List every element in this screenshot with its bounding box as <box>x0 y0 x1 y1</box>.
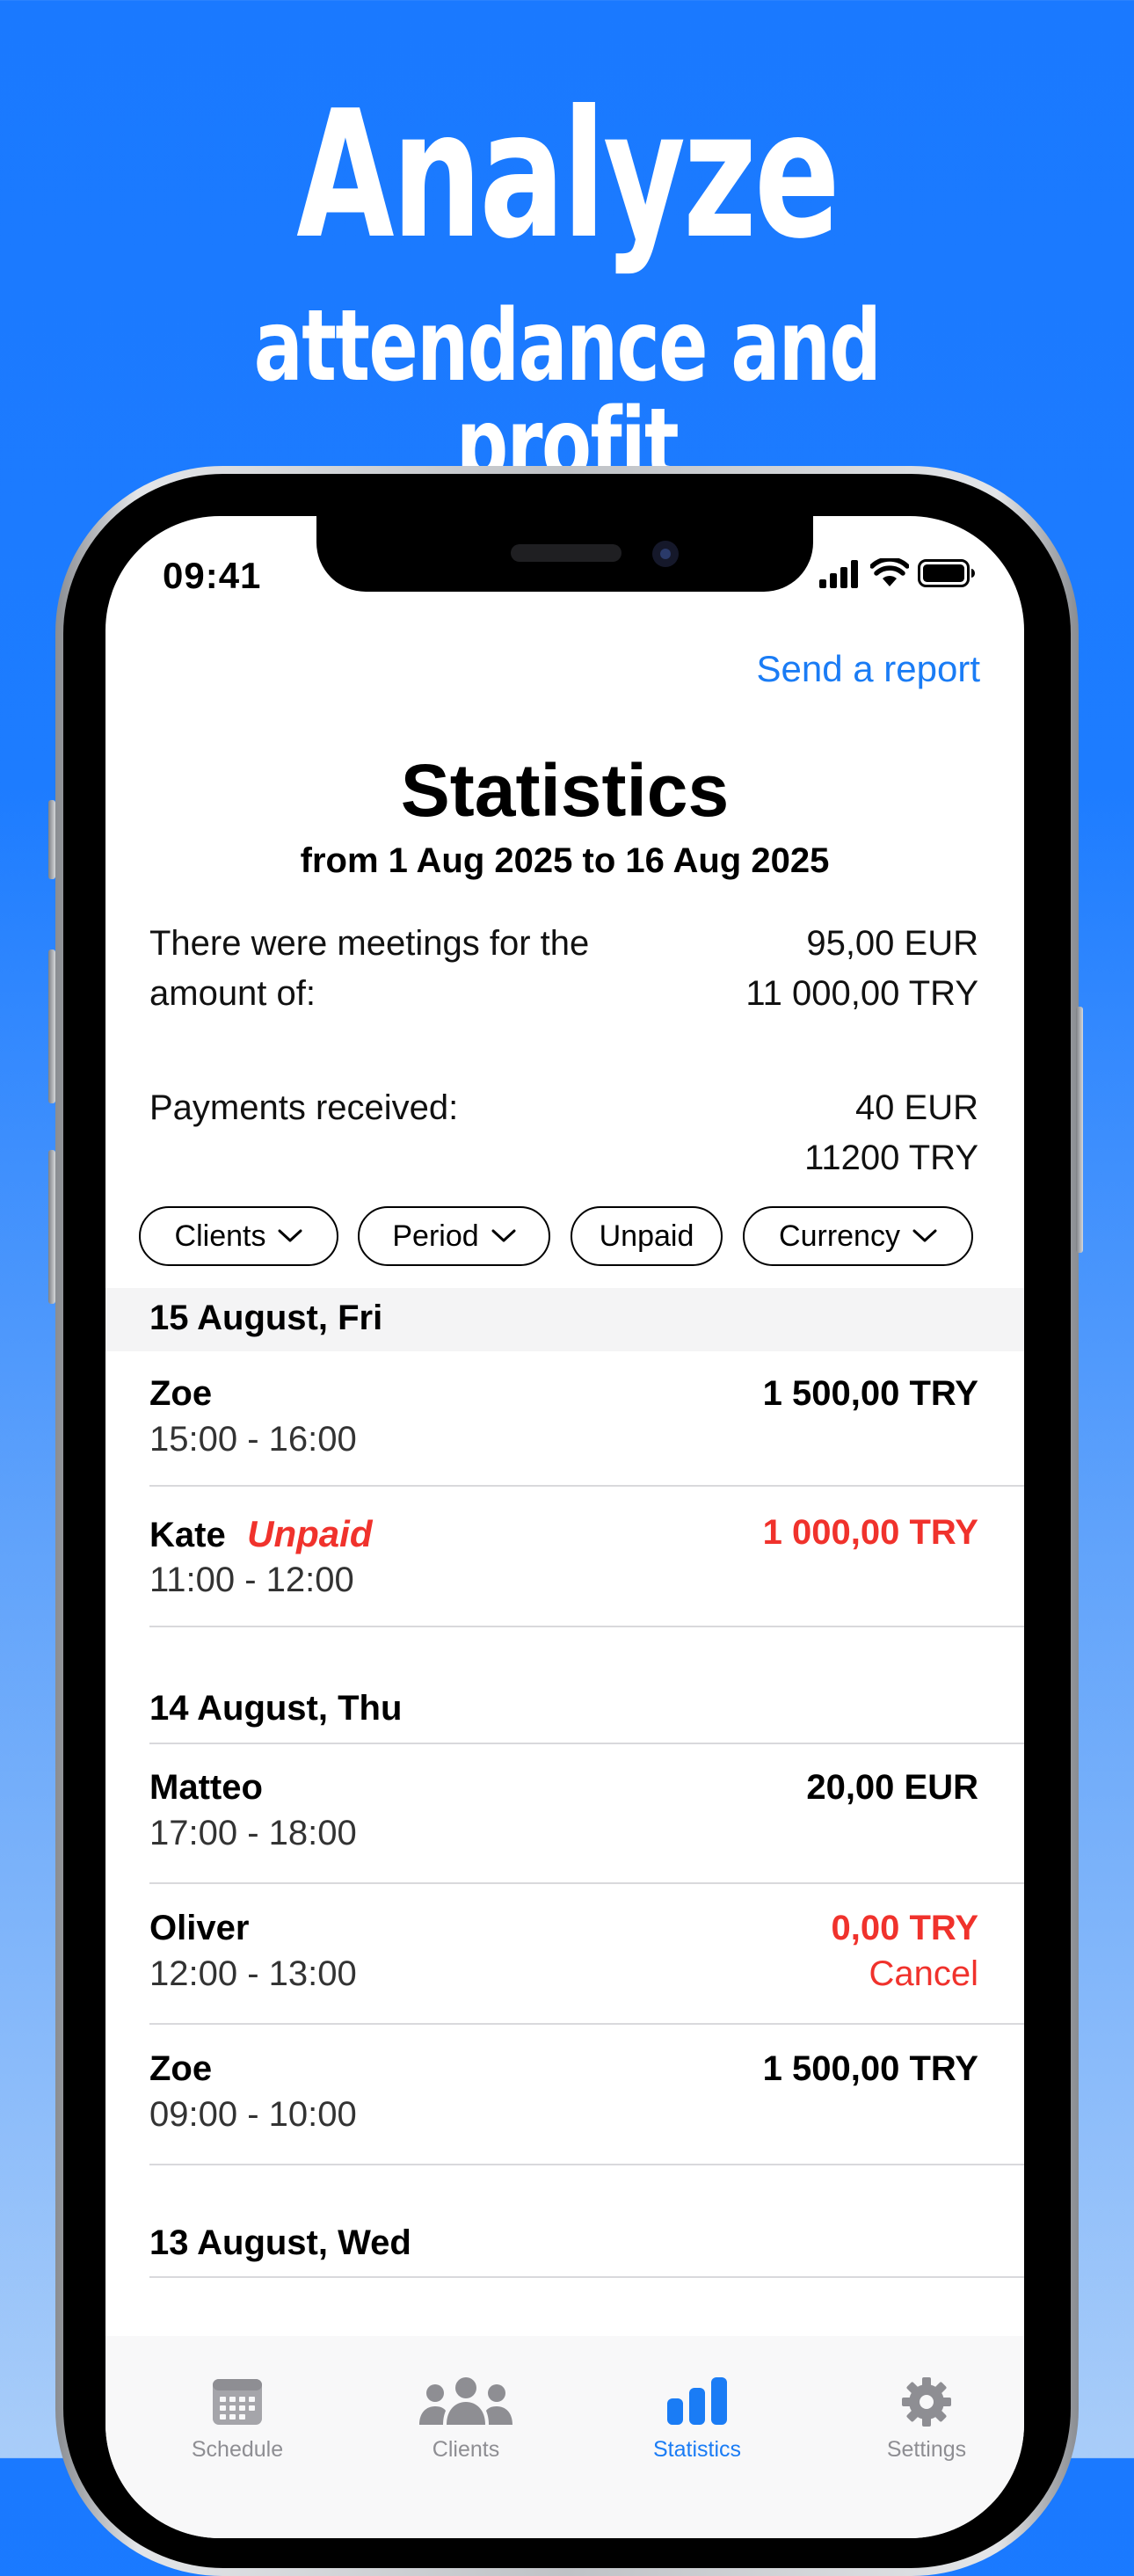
client-name: Zoe <box>149 2049 213 2088</box>
meeting-amount: 1 500,00 TRY <box>762 2049 978 2088</box>
power-button <box>1076 1007 1083 1253</box>
headline-subtitle: attendance and profit <box>253 289 882 502</box>
payments-eur: 40 EUR <box>854 1088 978 1127</box>
status-icons <box>819 558 995 590</box>
page-title: Statistics <box>400 749 730 832</box>
date-range: from 1 Aug 2025 to 16 Aug 2025 <box>300 841 830 880</box>
divider <box>149 1882 1024 1884</box>
meetings-eur: 95,00 EUR <box>806 924 978 963</box>
filter-unpaid-label: Unpaid <box>599 1219 694 1253</box>
gear-icon <box>902 2377 951 2427</box>
divider <box>149 2276 1024 2278</box>
meeting-amount: 0,00 TRY <box>831 1909 978 1947</box>
filter-period-label: Period <box>392 1219 479 1253</box>
tab-schedule-label: Schedule <box>191 2437 284 2462</box>
client-name: Zoe <box>149 1374 213 1413</box>
divider <box>149 1743 1024 1744</box>
section-title: 13 August, Wed <box>149 2223 411 2262</box>
tab-statistics-label: Statistics <box>652 2437 742 2462</box>
wifi-icon <box>870 558 909 586</box>
filter-currency-label: Currency <box>779 1219 900 1253</box>
status-time: 09:41 <box>163 555 262 596</box>
meetings-amount-values: 95,00 EUR 11 000,00 TRY <box>745 919 978 1019</box>
divider <box>149 2023 1024 2025</box>
filter-clients-label: Clients <box>174 1219 266 1253</box>
battery-icon <box>918 559 975 587</box>
payments-try: 11200 TRY <box>804 1139 978 1177</box>
payments-values: 40 EUR 11200 TRY <box>804 1083 978 1183</box>
volume-up-button <box>48 950 55 1103</box>
divider <box>149 1485 1024 1487</box>
bar-chart-icon <box>667 2377 727 2425</box>
mute-switch <box>48 800 55 879</box>
meetings-amount-label: There were meetings for the amount of: <box>149 919 694 1019</box>
client-name: Matteo <box>149 1768 263 1807</box>
divider <box>149 1626 1024 1627</box>
headline-title: Analyze <box>296 73 840 278</box>
meeting-amount: 1 000,00 TRY <box>762 1513 978 1552</box>
meeting-time: 11:00 - 12:00 <box>149 1561 354 1599</box>
section-title: 14 August, Thu <box>149 1689 403 1728</box>
calendar-icon <box>213 2379 262 2425</box>
client-name-row: Kate Unpaid <box>149 1513 372 1555</box>
chevron-down-icon <box>912 1229 937 1242</box>
client-name: Oliver <box>149 1909 250 1947</box>
filter-unpaid-chip[interactable]: Unpaid <box>571 1206 723 1266</box>
send-report-link[interactable]: Send a report <box>756 648 980 690</box>
unpaid-badge: Unpaid <box>247 1513 373 1554</box>
chevron-down-icon <box>278 1229 302 1242</box>
speaker-grille <box>511 544 622 562</box>
app-screen: 09:41 Send a report Statistics from 1 Au… <box>105 516 1024 2538</box>
signal-icon <box>819 560 858 588</box>
tab-settings-label: Settings <box>886 2437 967 2462</box>
meeting-time: 17:00 - 18:00 <box>149 1814 357 1852</box>
client-name: Kate <box>149 1516 226 1554</box>
people-icon <box>419 2377 512 2425</box>
notch <box>316 516 813 592</box>
meeting-time: 12:00 - 13:00 <box>149 1954 357 1993</box>
divider <box>149 2164 1024 2165</box>
section-title: 15 August, Fri <box>149 1299 383 1337</box>
meetings-try: 11 000,00 TRY <box>745 974 978 1013</box>
tab-clients-label: Clients <box>432 2437 500 2462</box>
meeting-amount: 20,00 EUR <box>806 1768 978 1807</box>
filter-clients-chip[interactable]: Clients <box>139 1206 338 1266</box>
filter-period-chip[interactable]: Period <box>358 1206 550 1266</box>
volume-down-button <box>48 1150 55 1304</box>
meeting-time: 15:00 - 16:00 <box>149 1420 357 1459</box>
front-camera <box>652 541 679 567</box>
meetings-label-line1: There were meetings for the <box>149 924 590 963</box>
meeting-time: 09:00 - 10:00 <box>149 2095 357 2134</box>
meetings-label-line2: amount of: <box>149 974 316 1013</box>
cancel-status: Cancel <box>869 1954 978 1993</box>
meeting-amount: 1 500,00 TRY <box>762 1374 978 1413</box>
payments-label: Payments received: <box>149 1088 459 1127</box>
chevron-down-icon <box>491 1229 516 1242</box>
filter-currency-chip[interactable]: Currency <box>743 1206 973 1266</box>
